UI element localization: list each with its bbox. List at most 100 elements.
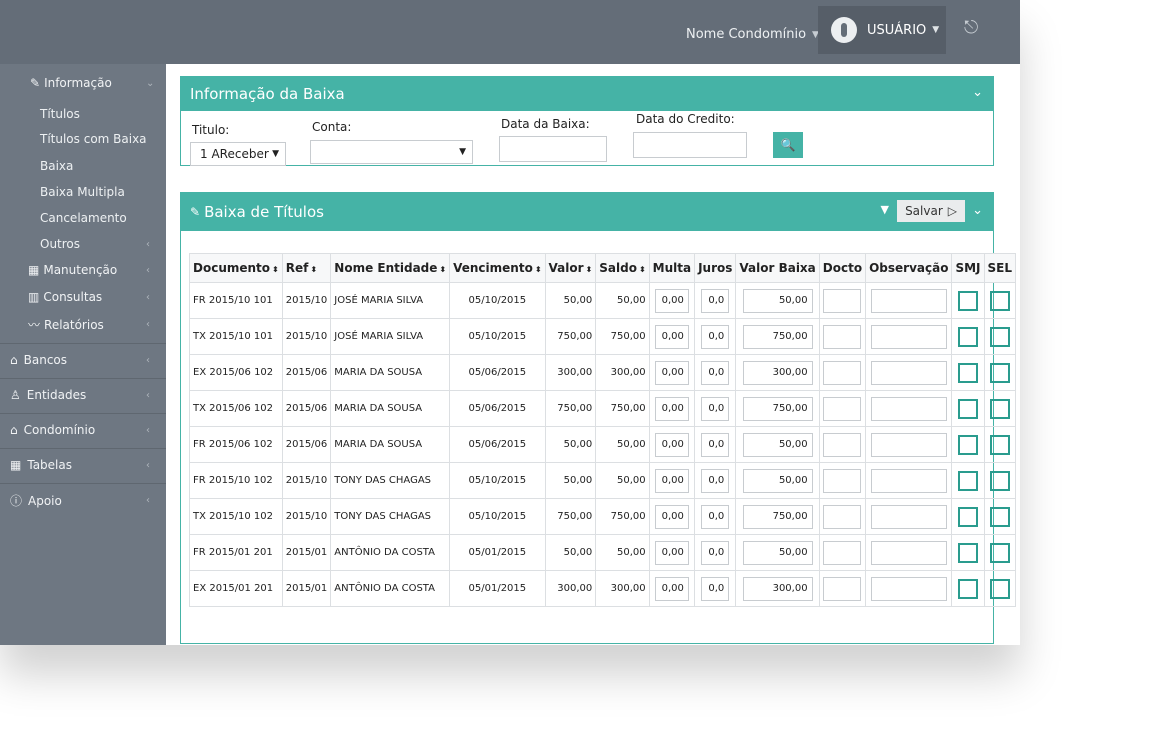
- cell-sel-checkbox[interactable]: [989, 470, 1010, 491]
- cell-observacao-input[interactable]: [870, 396, 947, 421]
- cell-observacao-input[interactable]: [870, 360, 947, 385]
- sidebar-item-relatorios[interactable]: 〰 Relatórios ‹: [28, 316, 166, 333]
- sidebar-item-informacao[interactable]: ✎ Informação ⌄: [30, 76, 166, 90]
- cell-valor-baixa-input[interactable]: 750,00: [742, 324, 813, 349]
- cell-valor-baixa-input[interactable]: 50,00: [742, 432, 813, 457]
- cell-docto-input[interactable]: [823, 504, 862, 529]
- cell-multa-input[interactable]: 0,00: [654, 468, 689, 493]
- cell-docto-input[interactable]: [823, 288, 862, 313]
- filter-icon[interactable]: ▼: [881, 203, 889, 216]
- cell-valor-baixa-input[interactable]: 50,00: [742, 540, 813, 565]
- chevron-down-icon[interactable]: ⌄: [972, 85, 983, 100]
- column-label: Juros: [698, 261, 733, 275]
- conta-select[interactable]: ▼: [310, 140, 473, 164]
- cell-sel-checkbox[interactable]: [989, 326, 1010, 347]
- cell-smj-checkbox[interactable]: [958, 470, 978, 491]
- sidebar-item-manutencao[interactable]: ▦ Manutenção ‹: [28, 263, 166, 277]
- cell-valor-baixa-input[interactable]: 750,00: [742, 396, 813, 421]
- cell-sel-checkbox[interactable]: [989, 542, 1010, 563]
- cell-multa-input[interactable]: 0,00: [654, 432, 689, 457]
- col-saldo[interactable]: Saldo ⬍: [595, 253, 650, 283]
- cell-sel-checkbox[interactable]: [989, 578, 1010, 599]
- cell-docto-input[interactable]: [823, 324, 862, 349]
- cell-multa-input[interactable]: 0,00: [654, 324, 689, 349]
- cell-docto-input[interactable]: [823, 396, 862, 421]
- search-button[interactable]: 🔍: [773, 132, 803, 158]
- cell-sel-checkbox[interactable]: [989, 398, 1010, 419]
- chevron-left-icon: ‹: [146, 459, 150, 471]
- col-vencimento[interactable]: Vencimento ⬍: [449, 253, 546, 283]
- sidebar-item-bancos[interactable]: ⌂ Bancos ‹: [10, 353, 166, 367]
- sidebar-item-condominio[interactable]: ⌂ Condomínio ‹: [10, 423, 166, 437]
- info-panel: Informação da Baixa ⌄ Titulo: 1 AReceber…: [180, 76, 994, 166]
- cell-vencimento: 05/01/2015: [449, 570, 546, 607]
- pencil-icon: ✎: [190, 205, 201, 219]
- cell-smj-checkbox[interactable]: [958, 578, 978, 599]
- cell-docto-input[interactable]: [823, 540, 862, 565]
- cell-ref: 2015/10: [281, 498, 332, 535]
- titulo-select[interactable]: 1 AReceber ▼: [190, 142, 286, 166]
- condominio-selector[interactable]: Nome Condomínio ▼: [686, 27, 819, 42]
- col-valor[interactable]: Valor ⬍: [544, 253, 597, 283]
- cell-smj-checkbox[interactable]: [958, 290, 978, 311]
- cell-sel-checkbox[interactable]: [989, 506, 1010, 527]
- cell-observacao-input[interactable]: [870, 576, 947, 601]
- sidebar-item-tabelas[interactable]: ▦ Tabelas ‹: [10, 458, 166, 472]
- cell-juros-input[interactable]: 0,0: [701, 288, 730, 313]
- cell-valor-baixa-input[interactable]: 750,00: [742, 504, 813, 529]
- cell-juros-input[interactable]: 0,0: [701, 504, 730, 529]
- cell-smj-checkbox[interactable]: [958, 362, 978, 383]
- cell-valor-baixa-input[interactable]: 50,00: [742, 468, 813, 493]
- cell-juros-input[interactable]: 0,0: [701, 396, 730, 421]
- cell-docto-input[interactable]: [823, 432, 862, 457]
- cell-multa-input[interactable]: 0,00: [654, 504, 689, 529]
- cell-multa-input[interactable]: 0,00: [654, 360, 689, 385]
- sidebar-item-consultas[interactable]: ▥ Consultas ‹: [28, 290, 166, 304]
- logout-icon[interactable]: ⎋: [964, 17, 978, 38]
- cell-juros-input[interactable]: 0,0: [701, 576, 730, 601]
- cell-observacao-input[interactable]: [870, 324, 947, 349]
- cell-sel-checkbox[interactable]: [989, 362, 1010, 383]
- cell-multa-input[interactable]: 0,00: [654, 576, 689, 601]
- sidebar-subitem-outros[interactable]: Outros ‹: [40, 237, 166, 251]
- cell-valor-baixa-input[interactable]: 300,00: [742, 576, 813, 601]
- cell-valor-baixa-input[interactable]: 50,00: [742, 288, 813, 313]
- cell-sel-checkbox[interactable]: [989, 434, 1010, 455]
- cell-sel-checkbox[interactable]: [989, 290, 1010, 311]
- cell-juros-input[interactable]: 0,0: [701, 324, 730, 349]
- cell-sel: [983, 534, 1017, 571]
- salvar-button[interactable]: Salvar ▷: [897, 200, 965, 222]
- cell-multa-input[interactable]: 0,00: [654, 540, 689, 565]
- data-credito-input[interactable]: [633, 132, 747, 158]
- col-ref[interactable]: Ref ⬍: [281, 253, 332, 283]
- col-nome-entidade[interactable]: Nome Entidade ⬍: [330, 253, 451, 283]
- cell-observacao-input[interactable]: [870, 432, 947, 457]
- cell-smj-checkbox[interactable]: [958, 398, 978, 419]
- cell-observacao-input[interactable]: [870, 468, 947, 493]
- cell-ref: 2015/01: [281, 534, 332, 571]
- user-menu[interactable]: USUÁRIO ▼: [818, 6, 946, 54]
- sidebar-item-entidades[interactable]: ♙ Entidades ‹: [10, 388, 166, 402]
- cell-smj-checkbox[interactable]: [958, 542, 978, 563]
- cell-docto-input[interactable]: [823, 360, 862, 385]
- col-documento[interactable]: Documento ⬍: [189, 253, 283, 283]
- cell-juros-input[interactable]: 0,0: [701, 360, 730, 385]
- cell-docto-input[interactable]: [823, 468, 862, 493]
- cell-observacao-input[interactable]: [870, 504, 947, 529]
- cell-smj-checkbox[interactable]: [958, 326, 978, 347]
- cell-docto-input[interactable]: [823, 576, 862, 601]
- data-baixa-input[interactable]: [499, 136, 607, 162]
- cell-multa-input[interactable]: 0,00: [654, 288, 689, 313]
- cell-multa-input[interactable]: 0,00: [654, 396, 689, 421]
- cell-observacao-input[interactable]: [870, 540, 947, 565]
- cell-juros-input[interactable]: 0,0: [701, 540, 730, 565]
- cell-juros-input[interactable]: 0,0: [701, 432, 730, 457]
- cell-juros-input[interactable]: 0,0: [701, 468, 730, 493]
- sidebar-item-apoio[interactable]: ⓘ Apoio ‹: [10, 492, 166, 509]
- cell-smj-checkbox[interactable]: [958, 434, 978, 455]
- cell-smj-checkbox[interactable]: [958, 506, 978, 527]
- cell-observacao-input[interactable]: [870, 288, 947, 313]
- chevron-down-icon[interactable]: ⌄: [972, 203, 983, 218]
- cell-valor-baixa-input[interactable]: 300,00: [742, 360, 813, 385]
- chevron-down-icon: ⌄: [146, 77, 155, 89]
